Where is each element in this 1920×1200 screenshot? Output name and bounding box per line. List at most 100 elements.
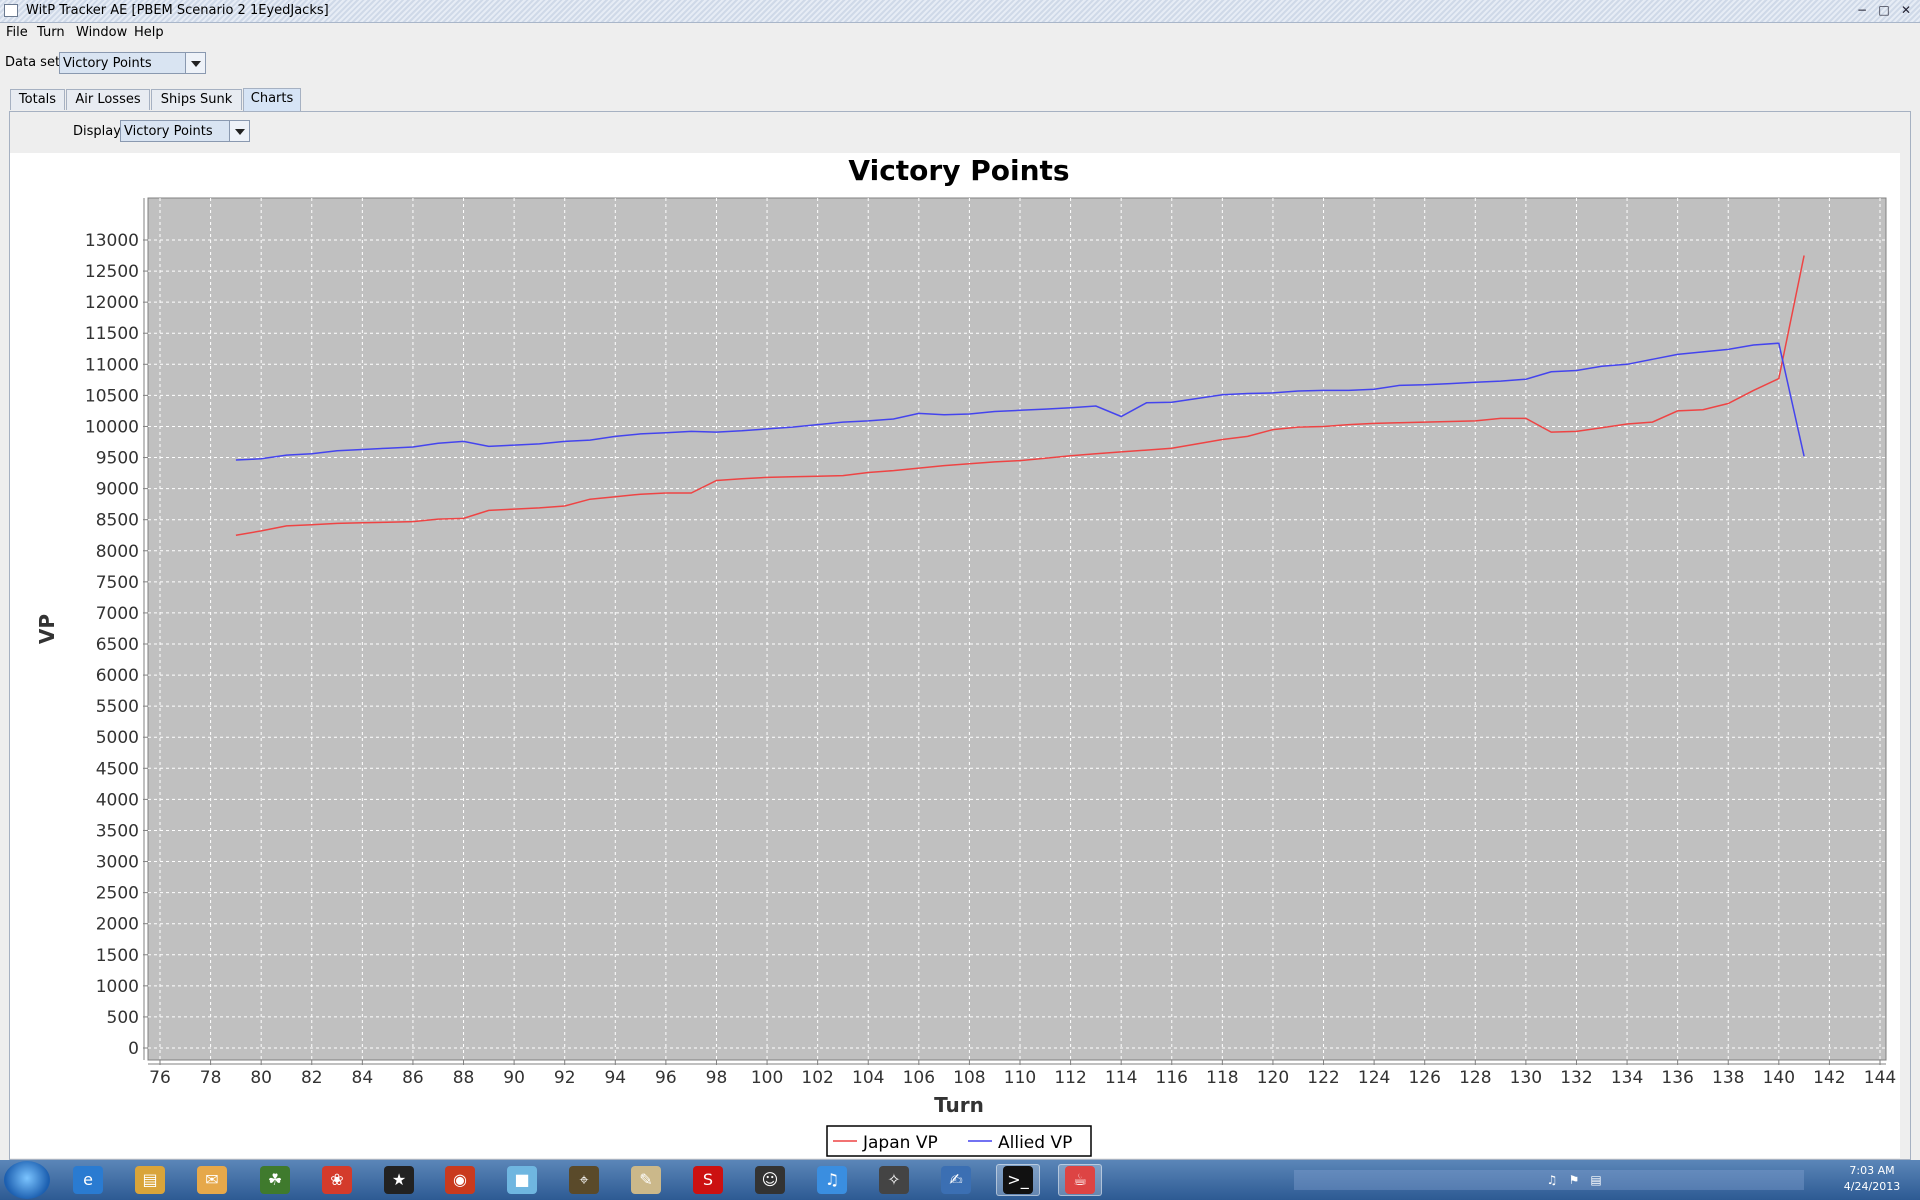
x-tick-label: 128 — [1459, 1068, 1491, 1088]
menu-bar: File Turn Window Help — [0, 23, 1920, 43]
x-tick-label: 120 — [1257, 1068, 1289, 1088]
x-tick-label: 116 — [1156, 1068, 1188, 1088]
game-icon[interactable]: ◉ — [438, 1164, 482, 1196]
x-tick-label: 118 — [1206, 1068, 1238, 1088]
display-label: Display: — [73, 124, 125, 139]
x-tick-label: 140 — [1763, 1068, 1795, 1088]
x-tick-label: 102 — [801, 1068, 833, 1088]
x-tick-label: 96 — [655, 1068, 677, 1088]
y-tick-label: 12000 — [85, 293, 139, 313]
maximize-icon[interactable]: □ — [1876, 2, 1892, 18]
x-tick-label: 126 — [1408, 1068, 1440, 1088]
menu-turn[interactable]: Turn — [37, 25, 65, 40]
rank-icon[interactable]: ★ — [377, 1164, 421, 1196]
dataset-select[interactable]: Victory Points — [59, 52, 206, 74]
tab-air-losses[interactable]: Air Losses — [66, 89, 150, 110]
x-tick-label: 80 — [250, 1068, 272, 1088]
tray-icons: ♫ ⚑ ▤ — [1544, 1172, 1604, 1188]
y-tick-label: 1000 — [96, 977, 139, 997]
gecko-icon-glyph: ☘ — [260, 1166, 290, 1194]
paint-icon[interactable]: ✎ — [624, 1164, 668, 1196]
y-tick-label: 4000 — [96, 790, 139, 810]
y-tick-label: 2000 — [96, 915, 139, 935]
ie-icon-glyph: e — [73, 1166, 103, 1194]
sins-icon[interactable]: S — [686, 1164, 730, 1196]
java-icon[interactable]: ☕ — [1058, 1164, 1102, 1196]
tab-charts[interactable]: Charts — [243, 88, 301, 111]
y-axis-label: VP — [35, 614, 59, 644]
x-tick-label: 142 — [1813, 1068, 1845, 1088]
x-tick-label: 124 — [1358, 1068, 1390, 1088]
menu-file[interactable]: File — [6, 25, 28, 40]
parrot-icon[interactable]: ❀ — [315, 1164, 359, 1196]
x-tick-label: 94 — [604, 1068, 626, 1088]
y-tick-label: 2500 — [96, 884, 139, 904]
plot-area — [147, 197, 1887, 1061]
close-icon[interactable]: ✕ — [1898, 2, 1914, 18]
x-axis-label: Turn — [934, 1093, 984, 1117]
notepad-icon-glyph: ■ — [507, 1166, 537, 1194]
y-tick-label: 5500 — [96, 697, 139, 717]
x-tick-label: 112 — [1054, 1068, 1086, 1088]
y-tick-label: 4500 — [96, 759, 139, 779]
y-tick-label: 7500 — [96, 573, 139, 593]
folder-icon-glyph: ▤ — [135, 1166, 165, 1194]
x-tick-label: 134 — [1611, 1068, 1643, 1088]
menu-help[interactable]: Help — [134, 25, 164, 40]
chevron-down-icon[interactable] — [229, 121, 249, 141]
clock[interactable]: 7:03 AM 4/24/2013 — [1830, 1163, 1914, 1195]
network-icon[interactable]: ▤ — [1588, 1172, 1604, 1188]
window-title: WitP Tracker AE [PBEM Scenario 2 1EyedJa… — [26, 3, 329, 18]
tab-ships-sunk[interactable]: Ships Sunk — [151, 89, 242, 110]
victory-points-chart: Victory Points 0 500 1000 1500 2000 2500 3000 35… — [10, 153, 1900, 1158]
itunes-icon-glyph: ♫ — [817, 1166, 847, 1194]
console-icon[interactable]: >_ — [996, 1164, 1040, 1196]
dataset-value: Victory Points — [63, 56, 152, 71]
notepad-icon[interactable]: ■ — [500, 1164, 544, 1196]
tab-totals[interactable]: Totals — [10, 89, 65, 110]
oblivion-icon-glyph: ✧ — [879, 1166, 909, 1194]
x-tick-label: 114 — [1105, 1068, 1137, 1088]
x-tick-label: 132 — [1560, 1068, 1592, 1088]
display-select[interactable]: Victory Points — [120, 120, 250, 142]
menu-window[interactable]: Window — [76, 25, 127, 40]
y-tick-label: 8000 — [96, 542, 139, 562]
volume-icon[interactable]: ♫ — [1544, 1172, 1560, 1188]
x-tick-label: 100 — [751, 1068, 783, 1088]
sins-icon-glyph: S — [693, 1166, 723, 1194]
x-tick-label: 104 — [852, 1068, 884, 1088]
x-tick-label: 76 — [149, 1068, 171, 1088]
editor-icon[interactable]: ✍ — [934, 1164, 978, 1196]
y-tick-label: 10000 — [85, 417, 139, 437]
console-icon-glyph: >_ — [1003, 1166, 1033, 1194]
outlook-icon-glyph: ✉ — [197, 1166, 227, 1194]
y-tick-label: 8500 — [96, 511, 139, 531]
folder-icon[interactable]: ▤ — [128, 1164, 172, 1196]
x-tick-label: 122 — [1307, 1068, 1339, 1088]
y-tick-label: 500 — [107, 1008, 139, 1028]
y-tick-label: 12500 — [85, 262, 139, 282]
general-icon[interactable]: ☺ — [748, 1164, 792, 1196]
y-tick-label: 9000 — [96, 480, 139, 500]
start-button[interactable] — [4, 1161, 50, 1199]
y-tick-label: 7000 — [96, 604, 139, 624]
ie-icon[interactable]: e — [66, 1164, 110, 1196]
gecko-icon[interactable]: ☘ — [253, 1164, 297, 1196]
flag-icon[interactable]: ⚑ — [1566, 1172, 1582, 1188]
itunes-icon[interactable]: ♫ — [810, 1164, 854, 1196]
x-tick-label: 90 — [503, 1068, 525, 1088]
map-icon-glyph: ⌖ — [569, 1166, 599, 1194]
dataset-row: Data set: Victory Points — [0, 50, 1920, 76]
clock-date: 4/24/2013 — [1843, 1180, 1901, 1193]
y-tick-label: 1500 — [96, 946, 139, 966]
minimize-icon[interactable]: − — [1854, 2, 1870, 18]
paint-icon-glyph: ✎ — [631, 1166, 661, 1194]
chevron-down-icon[interactable] — [185, 53, 205, 73]
oblivion-icon[interactable]: ✧ — [872, 1164, 916, 1196]
y-tick-label: 5000 — [96, 728, 139, 748]
x-tick-label: 138 — [1712, 1068, 1744, 1088]
outlook-icon[interactable]: ✉ — [190, 1164, 234, 1196]
y-tick-label: 10500 — [85, 386, 139, 406]
y-tick-label: 3000 — [96, 853, 139, 873]
map-icon[interactable]: ⌖ — [562, 1164, 606, 1196]
